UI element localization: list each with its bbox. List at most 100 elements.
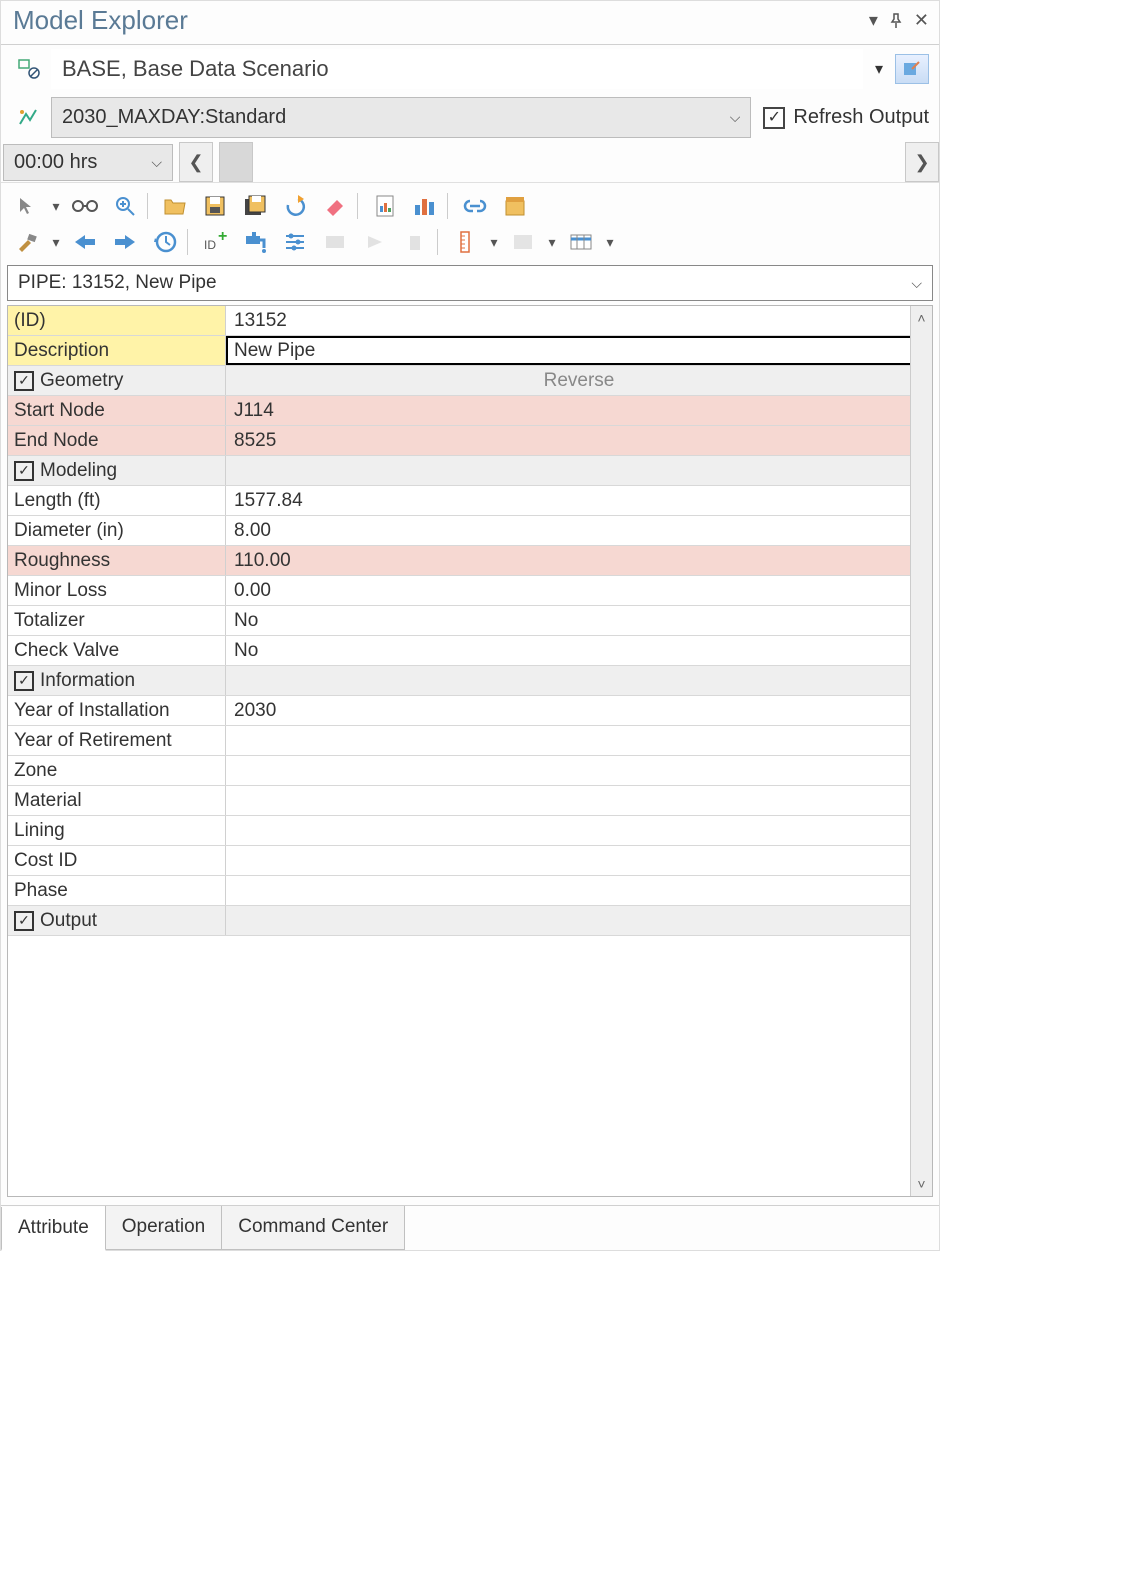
- sliders-icon[interactable]: [277, 225, 313, 259]
- prop-value[interactable]: J114: [226, 396, 932, 425]
- element-selector[interactable]: PIPE: 13152, New Pipe ⌵: [7, 265, 933, 301]
- prop-value[interactable]: 110.00: [226, 546, 932, 575]
- grid-dropdown[interactable]: ▾: [545, 225, 559, 259]
- dropdown-icon[interactable]: ▾: [869, 10, 878, 31]
- prop-value[interactable]: 8525: [226, 426, 932, 455]
- prop-label: Check Valve: [8, 636, 226, 665]
- prop-value[interactable]: 0.00: [226, 576, 932, 605]
- prop-row-year-install[interactable]: Year of Installation 2030: [8, 696, 932, 726]
- prop-value[interactable]: [226, 846, 932, 875]
- arrow-right-icon[interactable]: [107, 225, 143, 259]
- prop-value[interactable]: New Pipe: [226, 336, 932, 365]
- section-output[interactable]: ✓Output: [8, 906, 932, 936]
- prop-row-id[interactable]: (ID) 13152: [8, 306, 932, 336]
- step-current-button[interactable]: [219, 142, 253, 182]
- step-back-button[interactable]: ❮: [179, 142, 213, 182]
- prop-row-totalizer[interactable]: Totalizer No: [8, 606, 932, 636]
- tab-operation[interactable]: Operation: [105, 1206, 222, 1250]
- prop-row-phase[interactable]: Phase: [8, 876, 932, 906]
- prop-value[interactable]: [226, 786, 932, 815]
- hammer-icon[interactable]: [9, 225, 45, 259]
- prop-row-year-retire[interactable]: Year of Retirement: [8, 726, 932, 756]
- section-value: [226, 666, 932, 695]
- pin-icon[interactable]: [888, 13, 904, 29]
- section-checkbox-icon[interactable]: ✓: [14, 371, 34, 391]
- link-icon[interactable]: [457, 189, 493, 223]
- history-icon[interactable]: [147, 225, 183, 259]
- prop-label: Description: [8, 336, 226, 365]
- bottom-tabs: Attribute Operation Command Center: [1, 1205, 939, 1250]
- prop-row-minor-loss[interactable]: Minor Loss 0.00: [8, 576, 932, 606]
- id-add-icon[interactable]: ID+: [197, 225, 233, 259]
- section-modeling[interactable]: ✓Modeling: [8, 456, 932, 486]
- prop-row-lining[interactable]: Lining: [8, 816, 932, 846]
- prop-label: Year of Installation: [8, 696, 226, 725]
- box-icon[interactable]: [497, 189, 533, 223]
- prop-row-check-valve[interactable]: Check Valve No: [8, 636, 932, 666]
- section-geometry[interactable]: ✓Geometry Reverse: [8, 366, 932, 396]
- section-checkbox-icon[interactable]: ✓: [14, 671, 34, 691]
- prop-row-material[interactable]: Material: [8, 786, 932, 816]
- disabled-icon-2: [357, 225, 393, 259]
- prop-row-start-node[interactable]: Start Node J114: [8, 396, 932, 426]
- pointer-dropdown[interactable]: ▾: [49, 189, 63, 223]
- scenario-dropdown[interactable]: [869, 59, 889, 79]
- prop-row-end-node[interactable]: End Node 8525: [8, 426, 932, 456]
- prop-row-length[interactable]: Length (ft) 1577.84: [8, 486, 932, 516]
- prop-value[interactable]: No: [226, 606, 932, 635]
- chart-icon[interactable]: [407, 189, 443, 223]
- section-checkbox-icon[interactable]: ✓: [14, 911, 34, 931]
- section-information[interactable]: ✓Information: [8, 666, 932, 696]
- prop-value[interactable]: No: [226, 636, 932, 665]
- section-checkbox-icon[interactable]: ✓: [14, 461, 34, 481]
- arrow-left-icon[interactable]: [67, 225, 103, 259]
- table-icon[interactable]: [563, 225, 599, 259]
- refresh-output-checkbox[interactable]: ✓ Refresh Output: [757, 106, 929, 129]
- zoom-icon[interactable]: [107, 189, 143, 223]
- faucet-icon[interactable]: [237, 225, 273, 259]
- scroll-down-icon[interactable]: ˅: [917, 1176, 925, 1192]
- eraser-icon[interactable]: [317, 189, 353, 223]
- time-select[interactable]: 00:00 hrs ⌵: [3, 144, 173, 181]
- scroll-up-icon[interactable]: ˄: [917, 310, 925, 326]
- ruler-dropdown[interactable]: ▾: [487, 225, 501, 259]
- close-icon[interactable]: ✕: [914, 10, 929, 31]
- tab-command-center[interactable]: Command Center: [221, 1206, 405, 1250]
- simulation-select[interactable]: 2030_MAXDAY:Standard ⌵: [51, 97, 751, 138]
- prop-row-zone[interactable]: Zone: [8, 756, 932, 786]
- grid-icon[interactable]: [505, 225, 541, 259]
- scenario-field[interactable]: BASE, Base Data Scenario: [51, 49, 863, 89]
- prop-row-description[interactable]: Description New Pipe: [8, 336, 932, 366]
- prop-value[interactable]: 2030: [226, 696, 932, 725]
- step-forward-button[interactable]: ❯: [905, 142, 939, 182]
- separator: [187, 229, 193, 255]
- edit-scenario-button[interactable]: [895, 54, 929, 84]
- undo-icon[interactable]: [277, 189, 313, 223]
- prop-value[interactable]: 8.00: [226, 516, 932, 545]
- report-icon[interactable]: [367, 189, 403, 223]
- ruler-icon[interactable]: [447, 225, 483, 259]
- reverse-action[interactable]: Reverse: [226, 366, 932, 395]
- prop-value[interactable]: [226, 756, 932, 785]
- hammer-dropdown[interactable]: ▾: [49, 225, 63, 259]
- table-dropdown[interactable]: ▾: [603, 225, 617, 259]
- prop-row-roughness[interactable]: Roughness 110.00: [8, 546, 932, 576]
- prop-value[interactable]: 1577.84: [226, 486, 932, 515]
- property-grid: (ID) 13152 Description New Pipe ✓Geometr…: [7, 305, 933, 1197]
- open-folder-icon[interactable]: [157, 189, 193, 223]
- prop-value[interactable]: [226, 816, 932, 845]
- tab-attribute[interactable]: Attribute: [1, 1207, 106, 1251]
- prop-value[interactable]: 13152: [226, 306, 932, 335]
- prop-value[interactable]: [226, 876, 932, 905]
- grid-blank-area: [8, 936, 932, 1196]
- scrollbar[interactable]: ˄ ˅: [910, 306, 932, 1196]
- prop-value[interactable]: [226, 726, 932, 755]
- pointer-icon[interactable]: [9, 189, 45, 223]
- scenario-tree-icon[interactable]: [11, 54, 45, 84]
- save-all-icon[interactable]: [237, 189, 273, 223]
- prop-row-diameter[interactable]: Diameter (in) 8.00: [8, 516, 932, 546]
- simulation-icon[interactable]: [11, 103, 45, 133]
- save-icon[interactable]: [197, 189, 233, 223]
- prop-row-cost-id[interactable]: Cost ID: [8, 846, 932, 876]
- glasses-icon[interactable]: [67, 189, 103, 223]
